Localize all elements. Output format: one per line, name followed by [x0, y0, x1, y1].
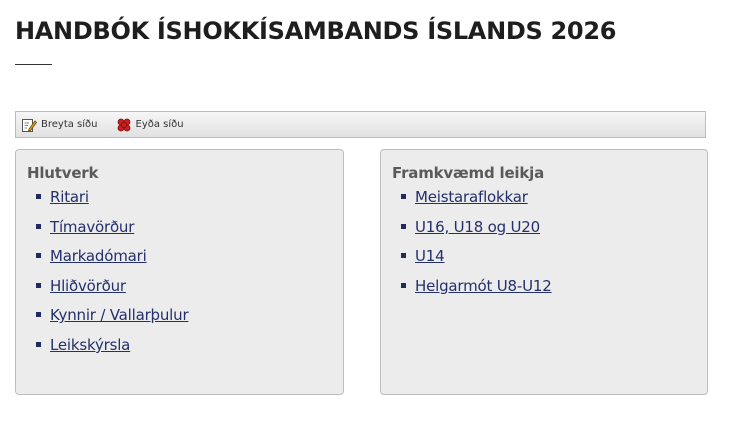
edit-page-button[interactable]: Breyta síðu — [21, 117, 98, 133]
link-markadomari[interactable]: Markadómari — [50, 247, 147, 265]
list-item: U16, U18 og U20 — [398, 218, 552, 248]
link-meistaraflokkar[interactable]: Meistaraflokkar — [415, 188, 528, 206]
list-item: U14 — [398, 247, 552, 277]
list-item: Hliðvörður — [33, 277, 188, 307]
list-item: Meistaraflokkar — [398, 188, 552, 218]
edit-page-icon — [21, 117, 37, 133]
link-u16-u18-u20[interactable]: U16, U18 og U20 — [415, 218, 540, 236]
list-item: Ritari — [33, 188, 188, 218]
delete-page-icon — [116, 117, 132, 133]
link-u14[interactable]: U14 — [415, 247, 445, 265]
list-item: Leikskýrsla — [33, 336, 188, 366]
link-ritari[interactable]: Ritari — [50, 188, 89, 206]
link-timavordur[interactable]: Tímavörður — [50, 218, 134, 236]
list-item: Kynnir / Vallarþulur — [33, 306, 189, 336]
game-execution-list: Meistaraflokkar U16, U18 og U20 U14 Helg… — [398, 188, 552, 306]
link-hlidvordur[interactable]: Hliðvörður — [50, 277, 126, 295]
delete-page-button[interactable]: Eyða síðu — [116, 117, 184, 133]
edit-page-label: Breyta síðu — [41, 119, 98, 130]
link-helgarmot-u8-u12[interactable]: Helgarmót U8-U12 — [415, 277, 552, 295]
game-execution-heading: Framkvæmd leikja — [392, 164, 544, 182]
list-item: Tímavörður — [33, 218, 188, 248]
title-underline — [15, 64, 52, 65]
delete-page-label: Eyða síðu — [135, 119, 184, 130]
link-kynnir-vallarthulur[interactable]: Kynnir / Vallarþulur — [50, 306, 189, 324]
game-execution-panel: Framkvæmd leikja Meistaraflokkar U16, U1… — [380, 149, 708, 395]
roles-list: Ritari Tímavörður Markadómari Hliðvörður… — [33, 188, 189, 366]
page-title: HANDBÓK ÍSHOKKÍSAMBANDS ÍSLANDS 2026 — [15, 17, 617, 45]
page-toolbar: Breyta síðu Eyða síðu — [15, 111, 706, 138]
roles-panel: Hlutverk Ritari Tímavörður Markadómari H… — [15, 149, 344, 395]
list-item: Helgarmót U8-U12 — [398, 277, 552, 307]
link-leikskyrsla[interactable]: Leikskýrsla — [50, 336, 130, 354]
list-item: Markadómari — [33, 247, 188, 277]
roles-heading: Hlutverk — [27, 164, 99, 182]
